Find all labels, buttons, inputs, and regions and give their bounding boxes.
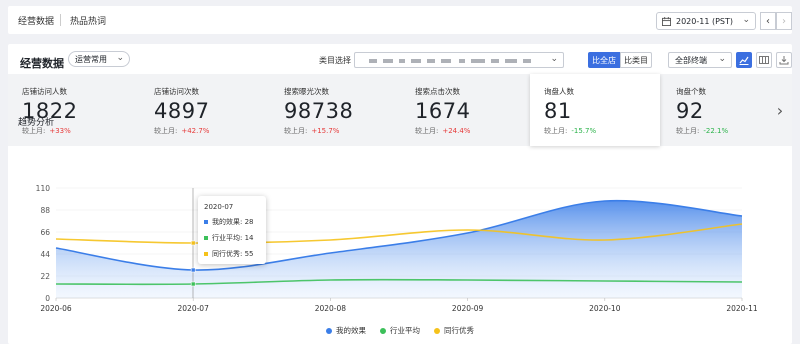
legend-dot (434, 327, 440, 334)
series-area (56, 200, 742, 298)
x-tick-label: 2020-06 (40, 304, 72, 313)
y-tick-label: 0 (45, 294, 50, 303)
data-point-marker (190, 240, 196, 246)
legend-label: 我的效果 (336, 326, 366, 335)
x-tick-label: 2020-08 (315, 304, 347, 313)
data-point-marker (190, 281, 196, 287)
legend-item[interactable]: 行业平均 (380, 325, 420, 336)
chart-tooltip: 2020-07 我的效果: 28 行业平均: 14 同行优秀: 55 (198, 196, 266, 264)
legend-dot (204, 252, 208, 256)
legend-dot (204, 220, 208, 224)
chart-legend: 我的效果 行业平均 同行优秀 (0, 325, 800, 336)
x-tick-label: 2020-07 (178, 304, 210, 313)
y-tick-label: 110 (36, 184, 51, 193)
tooltip-category: 2020-07 (204, 203, 234, 211)
tooltip-row: 行业平均: 14 (204, 233, 260, 243)
legend-dot (326, 327, 332, 334)
x-tick-label: 2020-11 (726, 304, 758, 313)
y-tick-label: 88 (40, 206, 50, 215)
trend-chart: 0 22 44 66 88 110 2020-06 2020-07 2020-08 2020-0… (36, 184, 758, 313)
tooltip-row: 同行优秀: 55 (204, 249, 260, 259)
legend-item[interactable]: 我的效果 (326, 325, 366, 336)
tooltip-row-text: 我的效果: 28 (212, 218, 254, 226)
x-tick-label: 2020-10 (589, 304, 621, 313)
y-tick-label: 66 (40, 228, 50, 237)
legend-dot (204, 236, 208, 240)
tooltip-row-text: 行业平均: 14 (212, 234, 254, 242)
tooltip-row-text: 同行优秀: 55 (212, 250, 254, 258)
y-tick-label: 22 (40, 272, 50, 281)
legend-item[interactable]: 同行优秀 (434, 325, 474, 336)
y-tick-label: 44 (40, 250, 50, 259)
x-tick-label: 2020-09 (452, 304, 484, 313)
legend-label: 行业平均 (390, 326, 420, 335)
tooltip-row: 我的效果: 28 (204, 217, 260, 227)
legend-dot (380, 327, 386, 334)
legend-label: 同行优秀 (444, 326, 474, 335)
data-point-marker (190, 267, 196, 273)
